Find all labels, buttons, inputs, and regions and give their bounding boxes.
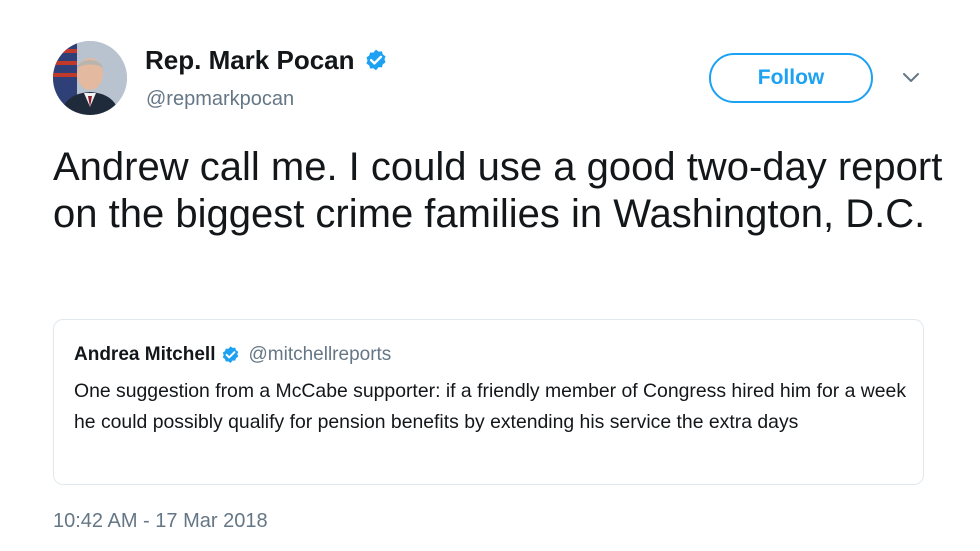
- verified-badge-icon: [363, 48, 389, 74]
- quoted-author-name: Andrea Mitchell: [74, 344, 216, 365]
- quoted-tweet[interactable]: Andrea Mitchell @mitchellreports One sug…: [53, 319, 924, 485]
- quoted-tweet-text: One suggestion from a McCabe supporter: …: [74, 380, 907, 433]
- follow-button[interactable]: Follow: [709, 53, 873, 103]
- tweet-text: Andrew call me. I could use a good two-d…: [53, 145, 943, 236]
- tweet-timestamp[interactable]: 10:42 AM - 17 Mar 2018: [53, 510, 268, 533]
- tweet-card: Rep. Mark Pocan @repmarkpocan Follow And…: [0, 0, 980, 551]
- author-display-name[interactable]: Rep. Mark Pocan: [145, 45, 355, 76]
- author-handle[interactable]: @repmarkpocan: [146, 88, 294, 111]
- quoted-author-handle: @mitchellreports: [248, 344, 392, 365]
- chevron-down-icon[interactable]: [902, 71, 920, 89]
- verified-badge-icon: [220, 345, 241, 366]
- author-name-row: Rep. Mark Pocan: [145, 45, 389, 76]
- quoted-tweet-header: Andrea Mitchell @mitchellreports: [74, 344, 391, 366]
- avatar[interactable]: [53, 41, 127, 115]
